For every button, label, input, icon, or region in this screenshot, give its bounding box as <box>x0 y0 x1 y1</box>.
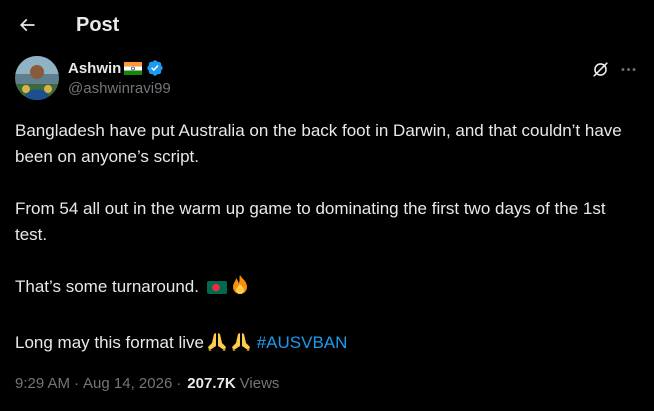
tweet-text: Bangladesh have put Australia on the bac… <box>15 118 640 360</box>
tweet-paragraph: Bangladesh have put Australia on the bac… <box>15 121 622 166</box>
fire-icon <box>230 274 250 304</box>
tweet-paragraph: Long may this format live #AUSVBAN <box>15 330 640 360</box>
hashtag-link[interactable]: #AUSVBAN <box>257 333 348 352</box>
tweet-text-segment: That’s some turnaround. <box>15 277 199 296</box>
views-label: Views <box>239 374 280 392</box>
back-button[interactable] <box>12 10 42 40</box>
grok-icon <box>592 61 608 77</box>
name-line: Ashwin <box>68 58 171 78</box>
tweet-date[interactable]: Aug 14, 2026 <box>83 375 172 392</box>
grok-button[interactable] <box>589 58 611 80</box>
avatar[interactable] <box>15 56 59 100</box>
india-flag-icon <box>124 61 143 75</box>
header: Post <box>0 0 654 52</box>
more-icon <box>621 67 635 71</box>
meta-separator: · <box>74 374 80 392</box>
back-arrow-icon <box>19 18 35 32</box>
tweet-paragraph: That’s some turnaround. <box>15 274 640 304</box>
tweet-text-segment: Long may this format live <box>15 333 204 352</box>
handle[interactable]: @ashwinravi99 <box>68 79 171 99</box>
author-row: Ashwin @ashwinravi99 <box>15 56 639 104</box>
tweet-time[interactable]: 9:29 AM <box>15 375 70 392</box>
folded-hands-icon <box>206 330 228 360</box>
folded-hands-icon <box>230 330 252 360</box>
page-title: Post <box>76 14 120 36</box>
author-meta: Ashwin @ashwinravi99 <box>68 58 171 99</box>
meta-separator: · <box>176 374 182 392</box>
verified-badge-icon <box>146 59 164 77</box>
bangladesh-flag-icon <box>206 278 228 304</box>
views-count: 207.7K <box>187 374 236 392</box>
more-button[interactable] <box>617 58 639 80</box>
tweet-paragraph: From 54 all out in the warm up game to d… <box>15 199 606 244</box>
tweet-meta: 9:29 AM · Aug 14, 2026 · 207.7K Views <box>15 371 279 395</box>
display-name[interactable]: Ashwin <box>68 60 121 77</box>
